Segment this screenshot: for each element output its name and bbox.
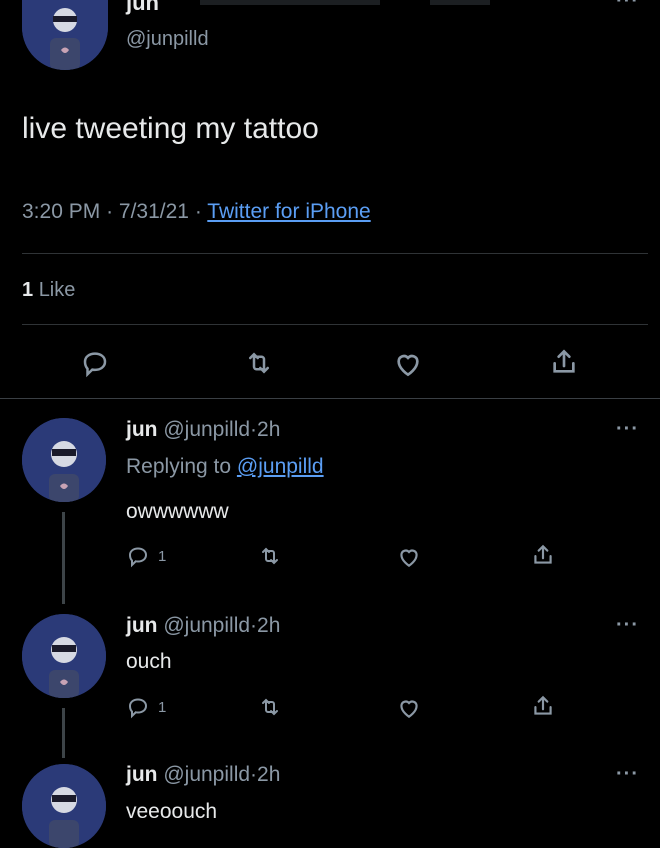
retweet-icon bbox=[262, 547, 278, 565]
reply-text: veeoouch bbox=[126, 800, 218, 823]
like-button[interactable] bbox=[396, 695, 422, 721]
like-button[interactable] bbox=[392, 348, 424, 380]
divider bbox=[0, 398, 660, 399]
more-icon[interactable]: ··· bbox=[616, 614, 639, 637]
retweet-button[interactable] bbox=[244, 348, 274, 378]
divider bbox=[22, 253, 648, 254]
avatar-image bbox=[22, 0, 108, 70]
reply-time: 2h bbox=[257, 418, 281, 441]
handle[interactable]: @junpilld bbox=[126, 28, 209, 51]
reply-header: jun @junpilld·2h bbox=[126, 418, 280, 442]
tweet-meta: 3:20 PM · 7/31/21 · Twitter for iPhone bbox=[22, 200, 371, 224]
share-icon bbox=[534, 695, 552, 715]
reply-icon bbox=[128, 698, 148, 719]
avatar[interactable] bbox=[22, 0, 108, 70]
reply-button[interactable] bbox=[80, 348, 110, 378]
share-button[interactable] bbox=[548, 346, 580, 378]
share-button[interactable] bbox=[530, 542, 556, 568]
display-name[interactable]: jun bbox=[126, 418, 158, 441]
thread-line bbox=[62, 708, 65, 758]
reply-header: jun @junpilld·2h bbox=[126, 614, 280, 638]
tweet-source-link[interactable]: Twitter for iPhone bbox=[207, 200, 370, 223]
meta-separator: · bbox=[250, 763, 258, 786]
display-name[interactable]: jun bbox=[126, 0, 159, 16]
reply-icon bbox=[128, 547, 148, 568]
like-button[interactable] bbox=[396, 544, 422, 570]
retweet-icon bbox=[262, 698, 278, 716]
divider bbox=[22, 324, 648, 325]
display-name[interactable]: jun bbox=[126, 763, 158, 786]
reply-time: 2h bbox=[257, 763, 281, 786]
meta-separator: · bbox=[250, 614, 258, 637]
replying-to: Replying to @junpilld bbox=[126, 455, 324, 479]
avatar[interactable] bbox=[22, 764, 106, 848]
top-bar bbox=[200, 0, 380, 5]
more-icon[interactable]: ··· bbox=[616, 763, 639, 786]
handle[interactable]: @junpilld bbox=[163, 763, 250, 786]
reply-time: 2h bbox=[257, 614, 281, 637]
display-name[interactable]: jun bbox=[126, 614, 158, 637]
meta-separator: · bbox=[250, 418, 258, 441]
handle[interactable]: @junpilld bbox=[163, 614, 250, 637]
avatar-image bbox=[22, 764, 106, 848]
thread-line bbox=[62, 512, 65, 604]
replying-prefix: Replying to bbox=[126, 455, 232, 478]
avatar-image bbox=[22, 418, 106, 502]
likes-count: 1 bbox=[22, 279, 34, 301]
reply-icon bbox=[83, 352, 107, 378]
meta-separator: · bbox=[194, 200, 202, 223]
tweet-text: live tweeting my tattoo bbox=[22, 112, 319, 145]
share-icon bbox=[553, 349, 575, 373]
avatar[interactable] bbox=[22, 418, 106, 502]
reply-count: 1 bbox=[158, 547, 167, 565]
avatar[interactable] bbox=[22, 614, 106, 698]
retweet-icon bbox=[249, 352, 269, 374]
meta-separator: · bbox=[106, 200, 114, 223]
top-more-icon[interactable]: ··· bbox=[616, 0, 639, 13]
likes-summary[interactable]: 1 Like bbox=[22, 279, 75, 302]
tweet-date: 7/31/21 bbox=[118, 200, 189, 223]
replying-to-link[interactable]: @junpilld bbox=[237, 455, 324, 478]
retweet-button[interactable] bbox=[258, 544, 282, 568]
handle[interactable]: @junpilld bbox=[163, 418, 250, 441]
like-icon bbox=[400, 549, 418, 567]
reply-text: ouch bbox=[126, 650, 172, 673]
reply-header: jun @junpilld·2h bbox=[126, 763, 280, 787]
reply-button[interactable]: 1 bbox=[126, 695, 166, 719]
avatar-image bbox=[22, 614, 106, 698]
share-button[interactable] bbox=[530, 693, 556, 719]
reply-button[interactable]: 1 bbox=[126, 544, 166, 568]
like-icon bbox=[397, 354, 419, 377]
like-icon bbox=[400, 700, 418, 718]
share-icon bbox=[534, 544, 552, 564]
more-icon[interactable]: ··· bbox=[616, 418, 639, 441]
tweet-time: 3:20 PM bbox=[22, 200, 101, 223]
likes-label: Like bbox=[38, 279, 76, 301]
reply-text: owwwwww bbox=[126, 500, 229, 523]
reply-count: 1 bbox=[158, 698, 167, 716]
top-bar-segment bbox=[430, 0, 490, 5]
retweet-button[interactable] bbox=[258, 695, 282, 719]
